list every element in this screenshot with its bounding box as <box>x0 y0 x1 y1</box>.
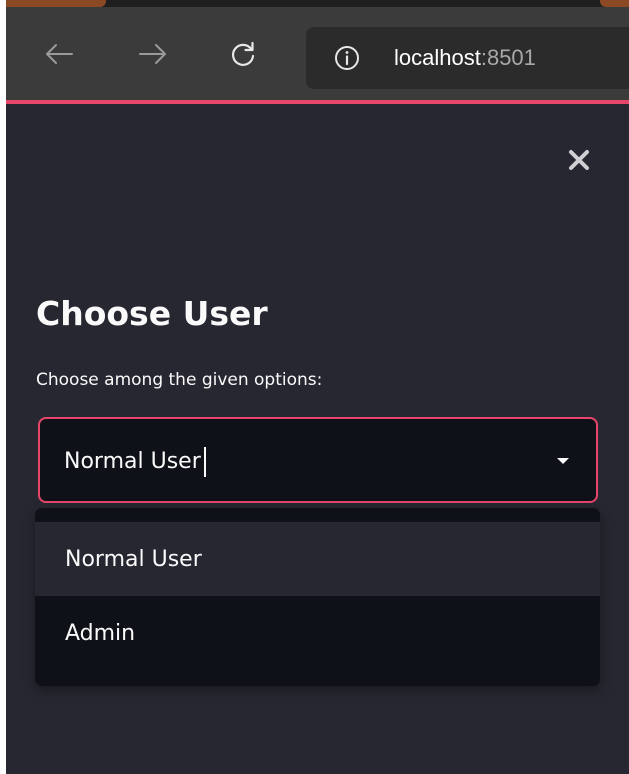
text-cursor <box>203 447 206 477</box>
browser-window: localhost:8501 Choose User Choose among … <box>6 0 629 774</box>
browser-tab[interactable] <box>6 0 106 7</box>
close-icon <box>569 150 589 170</box>
dropdown-option-admin[interactable]: Admin <box>35 596 600 670</box>
select-input[interactable]: Normal User <box>64 447 206 477</box>
select-label: Choose among the given options: <box>36 370 323 390</box>
reload-icon <box>231 41 255 66</box>
select-value-text: Normal User <box>64 449 201 474</box>
url-text[interactable]: localhost:8501 <box>394 44 536 72</box>
info-circle-icon[interactable] <box>334 45 360 71</box>
chevron-down-icon <box>557 458 569 464</box>
url-port: :8501 <box>480 45 536 70</box>
dropdown-padding <box>35 508 600 522</box>
close-sidebar-button[interactable] <box>563 144 595 176</box>
reload-button[interactable] <box>226 37 260 71</box>
url-host: localhost <box>394 45 481 70</box>
dropdown-toggle[interactable] <box>555 453 571 469</box>
forward-button[interactable] <box>136 37 170 71</box>
back-button[interactable] <box>42 37 76 71</box>
arrow-right-icon <box>139 44 166 64</box>
browser-tab[interactable] <box>600 0 629 7</box>
user-select[interactable]: Normal User <box>38 417 598 503</box>
address-bar[interactable]: localhost:8501 <box>306 27 629 89</box>
tab-strip <box>6 0 629 7</box>
sidebar: Choose User Choose among the given optio… <box>6 104 629 774</box>
browser-toolbar: localhost:8501 <box>6 7 629 100</box>
dropdown-menu: Normal User Admin <box>35 508 600 686</box>
page-title: Choose User <box>36 294 268 333</box>
dropdown-option-normal-user[interactable]: Normal User <box>35 522 600 596</box>
arrow-left-icon <box>46 44 73 64</box>
